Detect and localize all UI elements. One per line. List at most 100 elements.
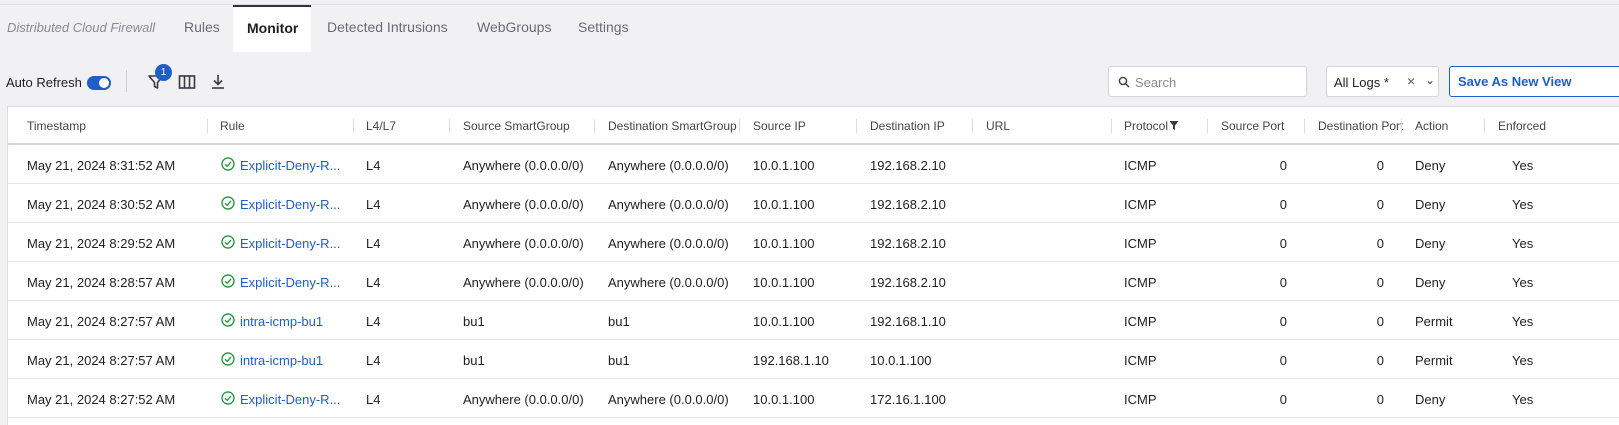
cell-source-smartgroup: Anywhere (0.0.0.0/0) xyxy=(463,275,584,290)
col-destination-smartgroup[interactable]: Destination SmartGroup xyxy=(608,119,737,133)
cell-source-smartgroup: bu1 xyxy=(463,353,485,368)
col-destination-port[interactable]: Destination Port xyxy=(1318,119,1403,133)
cell-destination-port: 0 xyxy=(1376,314,1384,329)
col-action[interactable]: Action xyxy=(1415,119,1448,133)
toolbar-divider xyxy=(126,70,127,92)
log-view-select[interactable]: All Logs * × ⌄ xyxy=(1326,66,1439,97)
check-circle-icon xyxy=(221,196,235,210)
clear-icon[interactable]: × xyxy=(1407,73,1415,89)
col-rule[interactable]: Rule xyxy=(220,119,245,133)
cell-destination-ip: 192.168.2.10 xyxy=(870,236,946,251)
cell-timestamp: May 21, 2024 8:27:57 AM xyxy=(27,353,176,368)
cell-action: Deny xyxy=(1415,158,1446,173)
cell-destination-port: 0 xyxy=(1376,392,1384,407)
check-circle-icon xyxy=(221,235,235,249)
cell-rule[interactable]: intra-icmp-bu1 xyxy=(240,353,323,368)
cell-source-smartgroup: Anywhere (0.0.0.0/0) xyxy=(463,158,584,173)
col-source-port[interactable]: Source Port xyxy=(1221,119,1284,133)
app-title: Distributed Cloud Firewall xyxy=(7,20,156,35)
cell-l4-l7: L4 xyxy=(366,197,381,212)
table-row[interactable]: May 21, 2024 8:31:52 AM Explicit-Deny-R..… xyxy=(8,145,1619,184)
cell-source-ip: 10.0.1.100 xyxy=(753,314,815,329)
cell-rule[interactable]: Explicit-Deny-R... xyxy=(240,392,340,407)
col-divider xyxy=(353,119,354,133)
cell-rule[interactable]: Explicit-Deny-R... xyxy=(240,197,340,212)
protocol-filter-icon[interactable] xyxy=(1169,120,1179,131)
cell-rule[interactable]: Explicit-Deny-R... xyxy=(240,236,340,251)
col-protocol[interactable]: Protocol xyxy=(1124,119,1168,133)
table-header: Timestamp Rule L4/L7 Source SmartGroup D… xyxy=(8,107,1619,145)
cell-destination-smartgroup: Anywhere (0.0.0.0/0) xyxy=(608,392,729,407)
search-input[interactable] xyxy=(1135,71,1300,93)
cell-destination-smartgroup: bu1 xyxy=(608,314,630,329)
table-row[interactable]: May 21, 2024 8:30:52 AM Explicit-Deny-R..… xyxy=(8,184,1619,223)
download-icon[interactable] xyxy=(208,72,228,92)
cell-destination-port: 0 xyxy=(1376,158,1384,173)
cell-source-port: 0 xyxy=(1279,314,1287,329)
cell-enforced: Yes xyxy=(1512,275,1534,290)
col-divider xyxy=(972,119,973,133)
cell-destination-port: 0 xyxy=(1376,275,1384,290)
tab-monitor[interactable]: Monitor xyxy=(233,5,311,52)
auto-refresh-toggle[interactable] xyxy=(87,76,111,90)
log-view-value: All Logs * xyxy=(1334,75,1389,90)
cell-destination-ip: 192.168.2.10 xyxy=(870,197,946,212)
cell-source-port: 0 xyxy=(1279,275,1287,290)
cell-source-ip: 10.0.1.100 xyxy=(753,275,815,290)
cell-destination-smartgroup: Anywhere (0.0.0.0/0) xyxy=(608,197,729,212)
cell-source-port: 0 xyxy=(1279,392,1287,407)
cell-action: Permit xyxy=(1415,314,1453,329)
cell-source-ip: 10.0.1.100 xyxy=(753,197,815,212)
col-destination-ip[interactable]: Destination IP xyxy=(870,119,945,133)
col-url[interactable]: URL xyxy=(986,119,1010,133)
cell-action: Deny xyxy=(1415,236,1446,251)
chevron-down-icon[interactable]: ⌄ xyxy=(1425,73,1435,87)
tab-settings[interactable]: Settings xyxy=(562,5,645,52)
cell-action: Deny xyxy=(1415,392,1446,407)
tab-detected-intrusions[interactable]: Detected Intrusions xyxy=(311,5,464,52)
cell-source-port: 0 xyxy=(1279,158,1287,173)
col-divider xyxy=(739,119,740,133)
cell-rule[interactable]: Explicit-Deny-R... xyxy=(240,158,340,173)
top-nav: Distributed Cloud Firewall Rules Monitor… xyxy=(0,0,1619,52)
col-l4-l7[interactable]: L4/L7 xyxy=(366,119,396,133)
cell-protocol: ICMP xyxy=(1124,392,1157,407)
search-field[interactable] xyxy=(1108,66,1307,97)
table-row[interactable]: May 21, 2024 8:27:57 AM intra-icmp-bu1 L4 b… xyxy=(8,340,1619,379)
cell-source-ip: 192.168.1.10 xyxy=(753,353,829,368)
table-row[interactable]: May 21, 2024 8:27:57 AM intra-icmp-bu1 L4 b… xyxy=(8,301,1619,340)
col-divider xyxy=(1207,119,1208,133)
cell-l4-l7: L4 xyxy=(366,158,381,173)
table-row[interactable]: May 21, 2024 8:29:52 AM Explicit-Deny-R..… xyxy=(8,223,1619,262)
cell-source-port: 0 xyxy=(1279,197,1287,212)
cell-source-ip: 10.0.1.100 xyxy=(753,236,815,251)
cell-destination-ip: 192.168.1.10 xyxy=(870,314,946,329)
cell-timestamp: May 21, 2024 8:31:52 AM xyxy=(27,158,176,173)
col-timestamp[interactable]: Timestamp xyxy=(27,119,86,133)
columns-icon[interactable] xyxy=(177,72,197,92)
cell-enforced: Yes xyxy=(1512,392,1534,407)
tab-webgroups[interactable]: WebGroups xyxy=(461,5,567,52)
tab-rules[interactable]: Rules xyxy=(168,5,236,52)
cell-enforced: Yes xyxy=(1512,158,1534,173)
table-row[interactable]: May 21, 2024 8:28:57 AM Explicit-Deny-R..… xyxy=(8,262,1619,301)
cell-source-ip: 10.0.1.100 xyxy=(753,158,815,173)
col-source-ip[interactable]: Source IP xyxy=(753,119,806,133)
cell-rule[interactable]: intra-icmp-bu1 xyxy=(240,314,323,329)
col-source-smartgroup[interactable]: Source SmartGroup xyxy=(463,119,570,133)
table-row[interactable]: May 21, 2024 8:27:52 AM Explicit-Deny-R..… xyxy=(8,379,1619,418)
cell-protocol: ICMP xyxy=(1124,275,1157,290)
cell-source-ip: 10.0.1.100 xyxy=(753,392,815,407)
col-enforced[interactable]: Enforced xyxy=(1498,119,1546,133)
cell-timestamp: May 21, 2024 8:30:52 AM xyxy=(27,197,176,212)
check-circle-icon xyxy=(221,157,235,171)
cell-destination-smartgroup: Anywhere (0.0.0.0/0) xyxy=(608,236,729,251)
save-as-new-view-button[interactable]: Save As New View xyxy=(1449,66,1619,97)
cell-rule[interactable]: Explicit-Deny-R... xyxy=(240,275,340,290)
cell-destination-port: 0 xyxy=(1376,197,1384,212)
cell-l4-l7: L4 xyxy=(366,353,381,368)
cell-source-port: 0 xyxy=(1279,353,1287,368)
cell-action: Permit xyxy=(1415,353,1453,368)
cell-protocol: ICMP xyxy=(1124,236,1157,251)
cell-protocol: ICMP xyxy=(1124,353,1157,368)
